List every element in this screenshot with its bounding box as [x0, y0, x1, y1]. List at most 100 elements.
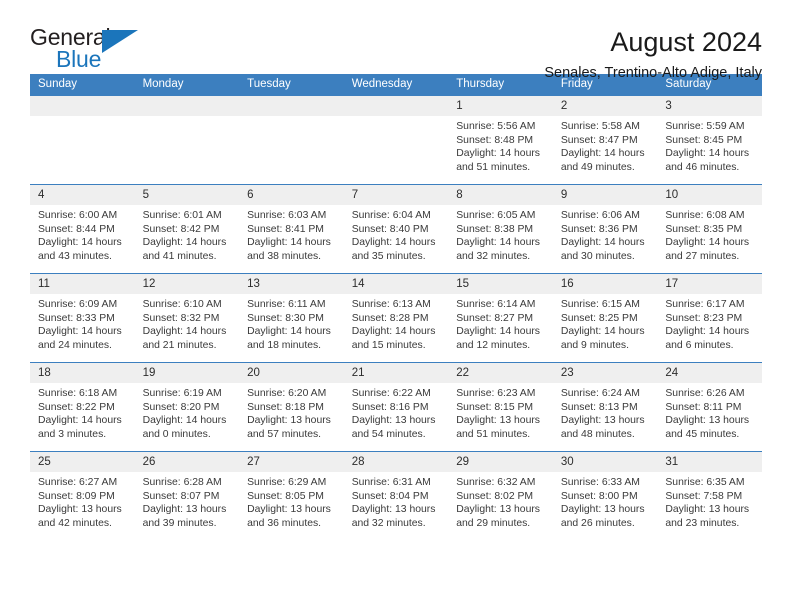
day-daylight-line1: Daylight: 14 hours	[247, 326, 331, 338]
calendar-day-cell[interactable]: 20 Sunrise: 6:20 AM Sunset: 8:18 PM Dayligh…	[239, 362, 344, 452]
day-details: Sunrise: 6:00 AM Sunset: 8:44 PM Daylight:…	[30, 205, 135, 263]
day-daylight-line2: and 23 minutes.	[665, 517, 740, 529]
day-sunrise: Sunrise: 6:15 AM	[560, 299, 640, 310]
day-details: Sunrise: 6:29 AM Sunset: 8:05 PM Daylight:…	[239, 472, 344, 530]
day-number: 22	[448, 363, 553, 383]
day-sunset: Sunset: 8:48 PM	[456, 134, 534, 146]
calendar-day-cell[interactable]: 9 Sunrise: 6:06 AM Sunset: 8:36 PM Daylight…	[552, 184, 658, 274]
calendar-day-cell[interactable]: 29 Sunrise: 6:32 AM Sunset: 8:02 PM Dayligh…	[448, 451, 553, 541]
calendar-page: General Blue August 2024 Senales, Trenti…	[0, 0, 792, 612]
calendar-week-row: 18 Sunrise: 6:18 AM Sunset: 8:22 PM Dayligh…	[30, 362, 762, 452]
calendar-day-cell[interactable]: 10 Sunrise: 6:08 AM Sunset: 8:35 PM Dayligh…	[657, 184, 762, 274]
calendar-day-cell[interactable]: 31 Sunrise: 6:35 AM Sunset: 7:58 PM Dayligh…	[657, 451, 762, 541]
calendar-day-cell[interactable]: 23 Sunrise: 6:24 AM Sunset: 8:13 PM Dayligh…	[552, 362, 658, 452]
calendar-day-cell[interactable]: 19 Sunrise: 6:19 AM Sunset: 8:20 PM Dayligh…	[134, 362, 240, 452]
calendar-day-cell[interactable]: 22 Sunrise: 6:23 AM Sunset: 8:15 PM Dayligh…	[448, 362, 553, 452]
page-header: General Blue August 2024 Senales, Trenti…	[30, 0, 762, 82]
day-daylight-line2: and 54 minutes.	[351, 428, 426, 440]
calendar-day-cell[interactable]: 4 Sunrise: 6:00 AM Sunset: 8:44 PM Daylight…	[30, 184, 135, 274]
calendar-day-cell[interactable]: 24 Sunrise: 6:26 AM Sunset: 8:11 PM Dayligh…	[657, 362, 762, 452]
day-sunset: Sunset: 8:36 PM	[560, 223, 638, 235]
day-sunrise: Sunrise: 6:19 AM	[142, 388, 222, 399]
day-sunrise: Sunrise: 6:06 AM	[560, 210, 640, 221]
day-daylight-line1: Daylight: 13 hours	[456, 415, 540, 427]
day-sunrise: Sunrise: 6:09 AM	[38, 299, 118, 310]
day-daylight-line1: Daylight: 14 hours	[456, 237, 540, 249]
day-daylight-line2: and 32 minutes.	[351, 517, 426, 529]
calendar-week-row: 4 Sunrise: 6:00 AM Sunset: 8:44 PM Daylight…	[30, 184, 762, 274]
day-daylight-line1: Daylight: 14 hours	[665, 148, 750, 160]
day-sunrise: Sunrise: 6:01 AM	[142, 210, 222, 221]
calendar-day-cell[interactable]: 18 Sunrise: 6:18 AM Sunset: 8:22 PM Dayligh…	[30, 362, 135, 452]
calendar-day-cell[interactable]: 7 Sunrise: 6:04 AM Sunset: 8:40 PM Daylight…	[343, 184, 449, 274]
day-number: 15	[448, 274, 553, 294]
day-number: 6	[239, 185, 344, 205]
day-number: 1	[448, 96, 553, 116]
calendar-day-cell[interactable]: 1 Sunrise: 5:56 AM Sunset: 8:48 PM Daylight…	[448, 95, 553, 185]
calendar-day-cell[interactable]: 15 Sunrise: 6:14 AM Sunset: 8:27 PM Dayligh…	[448, 273, 553, 363]
day-sunset: Sunset: 8:11 PM	[665, 401, 742, 413]
day-number: 13	[239, 274, 344, 294]
day-details: Sunrise: 6:11 AM Sunset: 8:30 PM Daylight:…	[239, 294, 344, 352]
brand-logo[interactable]: General Blue	[30, 26, 142, 74]
day-sunrise: Sunrise: 6:31 AM	[351, 477, 431, 488]
calendar-day-cell[interactable]: 3 Sunrise: 5:59 AM Sunset: 8:45 PM Daylight…	[657, 95, 762, 185]
day-daylight-line2: and 26 minutes.	[560, 517, 635, 529]
day-sunrise: Sunrise: 6:23 AM	[456, 388, 536, 399]
day-sunset: Sunset: 8:41 PM	[247, 223, 324, 235]
calendar-day-cell-empty	[343, 95, 449, 185]
day-number	[30, 96, 135, 116]
day-details: Sunrise: 6:09 AM Sunset: 8:33 PM Daylight:…	[30, 294, 135, 352]
calendar-day-cell[interactable]: 13 Sunrise: 6:11 AM Sunset: 8:30 PM Dayligh…	[239, 273, 344, 363]
day-sunset: Sunset: 8:40 PM	[351, 223, 429, 235]
calendar-day-cell[interactable]: 11 Sunrise: 6:09 AM Sunset: 8:33 PM Dayligh…	[30, 273, 135, 363]
day-daylight-line2: and 45 minutes.	[665, 428, 740, 440]
day-sunrise: Sunrise: 6:32 AM	[456, 477, 536, 488]
day-daylight-line1: Daylight: 13 hours	[665, 415, 750, 427]
day-sunset: Sunset: 8:44 PM	[38, 223, 115, 235]
day-sunset: Sunset: 8:20 PM	[142, 401, 220, 413]
day-details: Sunrise: 6:20 AM Sunset: 8:18 PM Daylight:…	[239, 383, 344, 441]
day-daylight-line1: Daylight: 14 hours	[38, 326, 122, 338]
day-daylight-line1: Daylight: 13 hours	[142, 504, 227, 516]
day-number: 31	[657, 452, 762, 472]
calendar-day-cell[interactable]: 30 Sunrise: 6:33 AM Sunset: 8:00 PM Dayligh…	[552, 451, 658, 541]
day-sunrise: Sunrise: 6:08 AM	[665, 210, 745, 221]
calendar-day-cell[interactable]: 17 Sunrise: 6:17 AM Sunset: 8:23 PM Dayligh…	[657, 273, 762, 363]
calendar-day-cell[interactable]: 16 Sunrise: 6:15 AM Sunset: 8:25 PM Dayligh…	[552, 273, 658, 363]
day-sunrise: Sunrise: 6:18 AM	[38, 388, 118, 399]
day-details: Sunrise: 6:35 AM Sunset: 7:58 PM Daylight:…	[657, 472, 762, 530]
calendar-day-cell[interactable]: 25 Sunrise: 6:27 AM Sunset: 8:09 PM Dayligh…	[30, 451, 135, 541]
day-daylight-line1: Daylight: 13 hours	[351, 504, 436, 516]
day-daylight-line1: Daylight: 13 hours	[560, 504, 645, 516]
day-details: Sunrise: 6:23 AM Sunset: 8:15 PM Daylight:…	[448, 383, 553, 441]
day-daylight-line2: and 43 minutes.	[38, 250, 112, 262]
day-details: Sunrise: 6:03 AM Sunset: 8:41 PM Daylight:…	[239, 205, 344, 263]
calendar-day-cell[interactable]: 8 Sunrise: 6:05 AM Sunset: 8:38 PM Daylight…	[448, 184, 553, 274]
day-daylight-line2: and 36 minutes.	[247, 517, 322, 529]
day-sunrise: Sunrise: 6:03 AM	[247, 210, 327, 221]
calendar-day-cell[interactable]: 2 Sunrise: 5:58 AM Sunset: 8:47 PM Daylight…	[552, 95, 658, 185]
calendar-day-cell[interactable]: 27 Sunrise: 6:29 AM Sunset: 8:05 PM Dayligh…	[239, 451, 344, 541]
calendar-day-cell[interactable]: 21 Sunrise: 6:22 AM Sunset: 8:16 PM Dayligh…	[343, 362, 449, 452]
calendar-day-cell[interactable]: 28 Sunrise: 6:31 AM Sunset: 8:04 PM Dayligh…	[343, 451, 449, 541]
calendar-day-cell[interactable]: 14 Sunrise: 6:13 AM Sunset: 8:28 PM Dayligh…	[343, 273, 449, 363]
calendar-day-cell[interactable]: 26 Sunrise: 6:28 AM Sunset: 8:07 PM Dayligh…	[134, 451, 240, 541]
day-number: 24	[657, 363, 762, 383]
day-number	[343, 96, 449, 116]
calendar-day-cell[interactable]: 6 Sunrise: 6:03 AM Sunset: 8:41 PM Daylight…	[239, 184, 344, 274]
calendar-day-cell[interactable]: 12 Sunrise: 6:10 AM Sunset: 8:32 PM Dayligh…	[134, 273, 240, 363]
day-number: 14	[343, 274, 449, 294]
day-number: 21	[343, 363, 449, 383]
day-daylight-line2: and 27 minutes.	[665, 250, 740, 262]
calendar-day-cell[interactable]: 5 Sunrise: 6:01 AM Sunset: 8:42 PM Daylight…	[134, 184, 240, 274]
day-daylight-line2: and 57 minutes.	[247, 428, 322, 440]
calendar-day-cell-empty	[30, 95, 135, 185]
day-details: Sunrise: 5:59 AM Sunset: 8:45 PM Daylight:…	[657, 116, 762, 174]
day-details: Sunrise: 6:32 AM Sunset: 8:02 PM Daylight:…	[448, 472, 553, 530]
day-sunset: Sunset: 8:38 PM	[456, 223, 534, 235]
day-sunset: Sunset: 8:30 PM	[247, 312, 324, 324]
day-sunrise: Sunrise: 6:28 AM	[142, 477, 222, 488]
day-sunset: Sunset: 8:23 PM	[665, 312, 743, 324]
day-sunrise: Sunrise: 6:35 AM	[665, 477, 745, 488]
